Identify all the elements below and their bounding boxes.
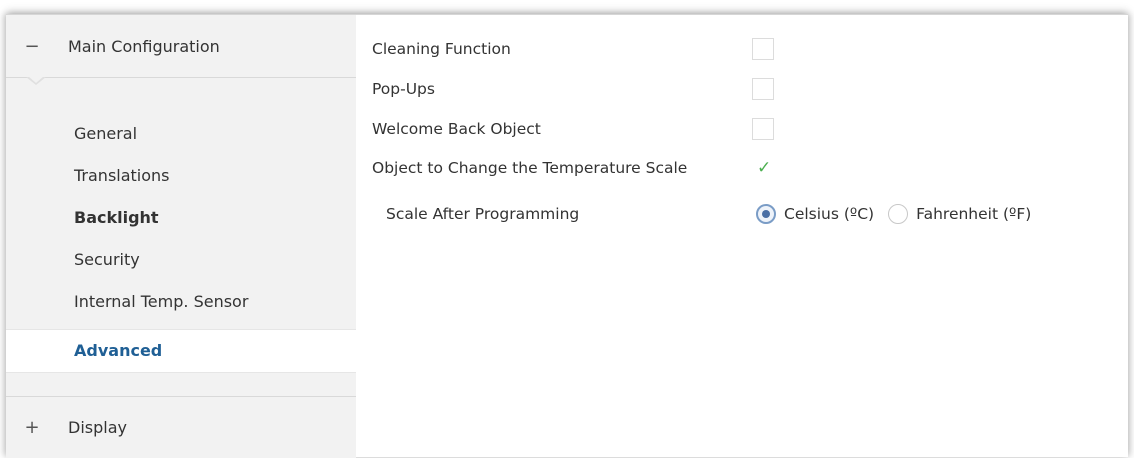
radio-selected-icon[interactable] — [756, 204, 776, 224]
radio-celsius[interactable]: Celsius (ºC) — [756, 204, 874, 224]
option-label: Object to Change the Temperature Scale — [372, 159, 688, 177]
radio-label: Celsius (ºC) — [784, 205, 875, 223]
check-icon: ✓ — [757, 158, 772, 178]
group-main-configuration[interactable]: − Main Configuration — [6, 15, 356, 78]
option-row: Welcome Back Object — [372, 117, 752, 141]
welcome-back-object-checkbox[interactable] — [752, 118, 774, 140]
temperature-scale-object-checkbox[interactable]: ✓ — [752, 157, 774, 179]
sidebar-item-translations[interactable]: Translations — [6, 155, 356, 197]
caret-inner — [28, 76, 44, 83]
radio-unselected-icon[interactable] — [888, 204, 909, 224]
scale-row: Scale After Programming — [386, 201, 579, 227]
sidebar-item-security[interactable]: Security — [6, 239, 356, 281]
radio-fahrenheit[interactable]: Fahrenheit (ºF) — [888, 204, 1031, 224]
content-panel: Cleaning Function Pop-Ups Welcome Back O… — [356, 15, 1128, 457]
option-row: Pop-Ups — [372, 77, 752, 101]
scale-radio-group: Celsius (ºC) Fahrenheit (ºF) — [756, 201, 1045, 227]
group-label: Main Configuration — [68, 36, 220, 56]
scale-label: Scale After Programming — [386, 205, 580, 223]
option-label: Welcome Back Object — [372, 120, 541, 138]
sidebar: − Main Configuration General Translation… — [6, 15, 357, 458]
nav-list: General Translations Backlight Security … — [6, 113, 356, 373]
group-display[interactable]: + Display — [6, 396, 356, 458]
cleaning-function-checkbox[interactable] — [752, 38, 774, 60]
window: − Main Configuration General Translation… — [6, 14, 1128, 458]
group-label: Display — [68, 418, 127, 437]
sidebar-item-advanced[interactable]: Advanced — [6, 329, 356, 373]
sidebar-item-backlight[interactable]: Backlight — [6, 197, 356, 239]
option-row: Cleaning Function — [372, 37, 752, 61]
option-label: Pop-Ups — [372, 80, 435, 98]
option-row: Object to Change the Temperature Scale — [372, 156, 752, 180]
option-label: Cleaning Function — [372, 40, 511, 58]
collapse-icon[interactable]: − — [24, 36, 40, 57]
radio-label: Fahrenheit (ºF) — [916, 205, 1032, 223]
pop-ups-checkbox[interactable] — [752, 78, 774, 100]
sidebar-item-general[interactable]: General — [6, 113, 356, 155]
sidebar-item-internal-temp-sensor[interactable]: Internal Temp. Sensor — [6, 281, 356, 323]
expand-icon[interactable]: + — [24, 417, 40, 438]
